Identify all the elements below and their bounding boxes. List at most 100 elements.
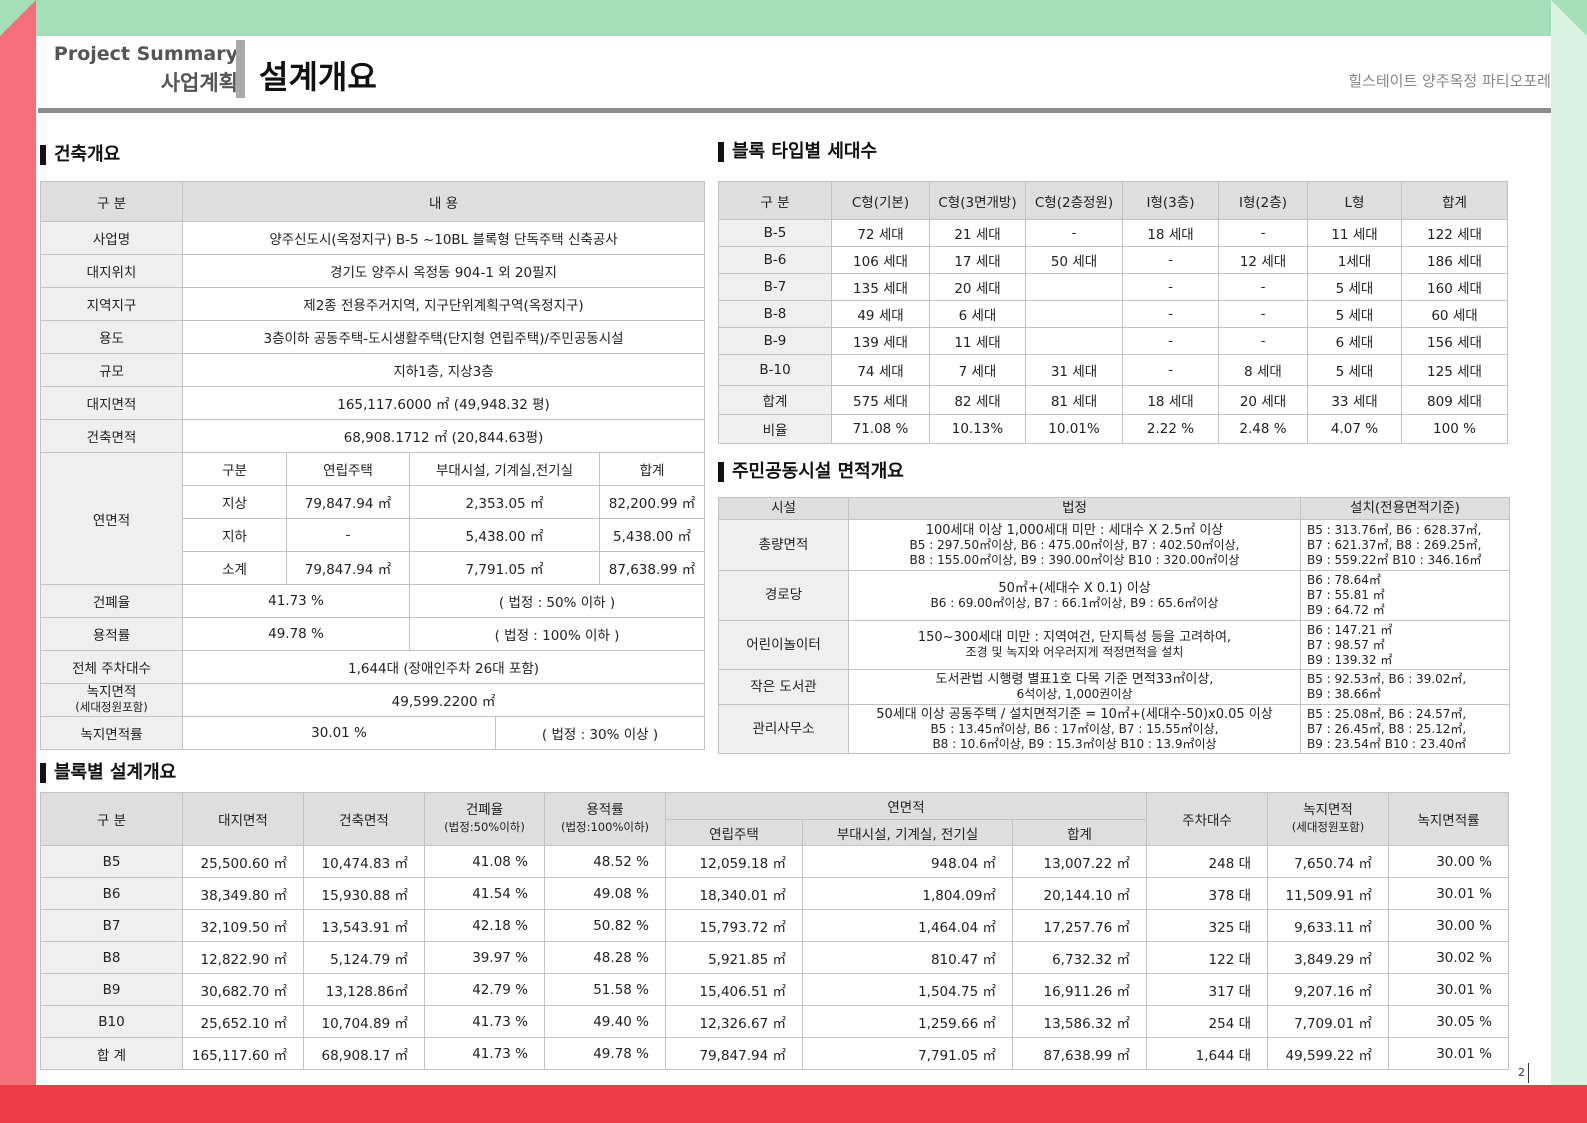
section-title-blocks: 블록별 설계개요 — [40, 762, 176, 784]
units-cell: 17 세대 — [929, 246, 1026, 274]
coverage-legal: ( 법정 : 50% 이하 ) — [408, 584, 706, 618]
floor-cell: 5,438.00 ㎡ — [598, 518, 706, 552]
facility-installed-line: B7 : 98.57 ㎡ — [1307, 637, 1385, 652]
green-label: 녹지면적 (세대정원포함) — [40, 683, 183, 717]
block-cell: 30.02 % — [1388, 941, 1509, 974]
units-header: 구 분 — [718, 181, 832, 220]
units-cell: 49 세대 — [831, 300, 930, 328]
page-number: 2 — [1518, 1066, 1525, 1079]
units-cell: 160 세대 — [1401, 273, 1508, 301]
table-row: B-5 72 세대 21 세대 -18 세대 -11 세대 122 세대 — [718, 219, 1508, 247]
block-cell: 12,059.18 ㎡ — [665, 845, 803, 878]
block-cell: 42.79 % — [424, 973, 545, 1006]
block-cell: 48.28 % — [544, 941, 666, 974]
block-row-label: B6 — [40, 877, 183, 910]
units-cell: 18 세대 — [1122, 385, 1219, 415]
block-cell: 48.52 % — [544, 845, 666, 878]
facility-legal-line: 50㎡+(세대수 X 0.1) 이상 — [998, 580, 1151, 596]
block-cell: 68,908.17 ㎡ — [303, 1037, 425, 1070]
block-row-label: 합 계 — [40, 1037, 183, 1070]
floor-cell: 79,847.94 ㎡ — [286, 551, 410, 585]
facility-name: 총량면적 — [718, 519, 849, 571]
table-row: 건축면적 68,908.1712 ㎡ (20,844.63평) — [40, 419, 706, 453]
units-cell: - — [1122, 246, 1219, 274]
table-row: 사업명 양주신도시(옥정지구) B-5 ~10BL 블록형 단독주택 신축공사 — [40, 221, 706, 255]
green-label-sub: (세대정원포함) — [75, 700, 148, 714]
units-table: 구 분 C형(기본) C형(3면개방) C형(2층정원) I형(3층) I형(2층) L형 합… — [718, 181, 1508, 444]
facilities-header: 법정 — [848, 497, 1301, 520]
block-cell: 17,257.76 ㎡ — [1012, 909, 1147, 942]
header-bar — [236, 40, 245, 98]
facility-installed-line: B9 : 559.22㎡ B10 : 346.16㎡ — [1307, 552, 1482, 567]
building-row-label: 용도 — [40, 320, 183, 354]
block-cell: 1,259.66 ㎡ — [802, 1005, 1013, 1038]
building-table: 구 분 내 용 사업명 양주신도시(옥정지구) B-5 ~10BL 블록형 단독주… — [40, 181, 706, 750]
table-row: B-10 74 세대 7 세대 31 세대 -8 세대 5 세대 125 세대 — [718, 354, 1508, 386]
block-cell: 12,326.67 ㎡ — [665, 1005, 803, 1038]
table-row: B5 25,500.60 ㎡ 10,474.83 ㎡ 41.08 % 48.52 % 12… — [40, 845, 1509, 878]
table-row: 용도 3층이하 공동주택-도시생활주택(단지형 연립주택)/주민공동시설 — [40, 320, 706, 354]
block-cell: 5,124.79 ㎡ — [303, 941, 425, 974]
block-cell: 16,911.26 ㎡ — [1012, 973, 1147, 1006]
facility-installed: B5 : 25.08㎡, B6 : 24.57㎡, B7 : 26.45㎡, B8… — [1300, 704, 1510, 754]
block-cell: 15,406.51 ㎡ — [665, 973, 803, 1006]
units-row-label: 합계 — [718, 385, 832, 415]
facility-name: 어린이놀이터 — [718, 620, 849, 670]
units-header: I형(2층) — [1218, 181, 1308, 220]
units-cell: 72 세대 — [831, 219, 930, 247]
header-ko: 사업계획 — [160, 71, 238, 95]
units-cell: 12 세대 — [1218, 246, 1308, 274]
facility-legal: 100세대 이상 1,000세대 미만 : 세대수 X 2.5㎡ 이상 B5 : … — [848, 519, 1301, 571]
facility-legal-line: 150~300세대 미만 : 지역여건, 단지특성 등을 고려하여, — [917, 630, 1232, 645]
facility-legal-line: B8 : 10.6㎡이상, B9 : 15.3㎡이상 B10 : 13.9㎡이상 — [932, 736, 1217, 751]
units-cell — [1025, 273, 1123, 301]
facility-installed-line: B9 : 139.32 ㎡ — [1307, 652, 1393, 667]
blocks-h-green-rate: 녹지면적률 — [1388, 792, 1509, 846]
table-row: B-8 49 세대 6 세대 - -5 세대 60 세대 — [718, 300, 1508, 328]
facility-installed-line: B6 : 78.64㎡ — [1307, 573, 1381, 587]
block-row-label: B9 — [40, 973, 183, 1006]
building-row-label: 사업명 — [40, 221, 183, 255]
frame-right — [1551, 0, 1587, 1123]
facilities-header: 설치(전용면적기준) — [1300, 497, 1510, 520]
facility-legal-line: 6석이상, 1,000권이상 — [1016, 687, 1133, 701]
units-cell: 82 세대 — [929, 385, 1026, 415]
table-header-row: 구 분 C형(기본) C형(3면개방) C형(2층정원) I형(3층) I형(2층) L형 합… — [718, 181, 1508, 220]
blocks-h-cov-main: 건폐율 — [465, 802, 504, 818]
facility-legal: 50㎡+(세대수 X 0.1) 이상 B6 : 69.00㎡이상, B7 : 66… — [848, 570, 1301, 621]
block-cell: 49,599.22 ㎡ — [1267, 1037, 1389, 1070]
blocks-h-gfa-aux: 부대시설, 기계실, 전기실 — [802, 819, 1013, 846]
units-cell: 809 세대 — [1401, 385, 1508, 415]
units-cell: 139 세대 — [831, 327, 930, 355]
blocks-table: 구 분 대지면적 건축면적 건폐율 (법정:50%이하) 용적률 (법정:100%이… — [40, 792, 1509, 1070]
facility-name: 관리사무소 — [718, 704, 849, 754]
units-cell: 11 세대 — [929, 327, 1026, 355]
header-rule — [38, 108, 1551, 113]
units-row-label: B-8 — [718, 300, 832, 328]
block-cell: 13,007.22 ㎡ — [1012, 845, 1147, 878]
units-cell: 186 세대 — [1401, 246, 1508, 274]
building-row-label: 대지위치 — [40, 254, 183, 288]
table-row: B-9 139 세대 11 세대 - -6 세대 156 세대 — [718, 327, 1508, 355]
table-row: B-6 106 세대 17 세대 50 세대 -12 세대 1세대 186 세대 — [718, 246, 1508, 274]
floor-area-label: 연면적 — [40, 452, 183, 585]
blocks-h-gfa-sum: 합계 — [1012, 819, 1147, 846]
frame-corner — [0, 1085, 36, 1123]
block-row-label: B8 — [40, 941, 183, 974]
block-cell: 254 대 — [1146, 1005, 1268, 1038]
floor-h: 구분 — [182, 452, 287, 486]
block-cell: 25,652.10 ㎡ — [182, 1005, 304, 1038]
block-cell: 15,930.88 ㎡ — [303, 877, 425, 910]
units-cell: 21 세대 — [929, 219, 1026, 247]
frame-corner — [1551, 1085, 1587, 1123]
table-row: B9 30,682.70 ㎡ 13,128.86㎡ 42.79 % 51.58 % 15,… — [40, 973, 1509, 1006]
table-row: 대지면적 165,117.6000 ㎡ (49,948.32 평) — [40, 386, 706, 420]
units-cell: 60 세대 — [1401, 300, 1508, 328]
building-row-value: 165,117.6000 ㎡ (49,948.32 평) — [181, 386, 706, 420]
floor-cell: 소계 — [182, 551, 287, 585]
blocks-h-cov-sub: (법정:50%이하) — [444, 820, 525, 834]
units-cell: 71.08 % — [831, 414, 930, 444]
block-cell: 30.00 % — [1388, 845, 1509, 878]
coverage-value: 41.73 % — [182, 584, 410, 618]
block-cell: 30.05 % — [1388, 1005, 1509, 1038]
